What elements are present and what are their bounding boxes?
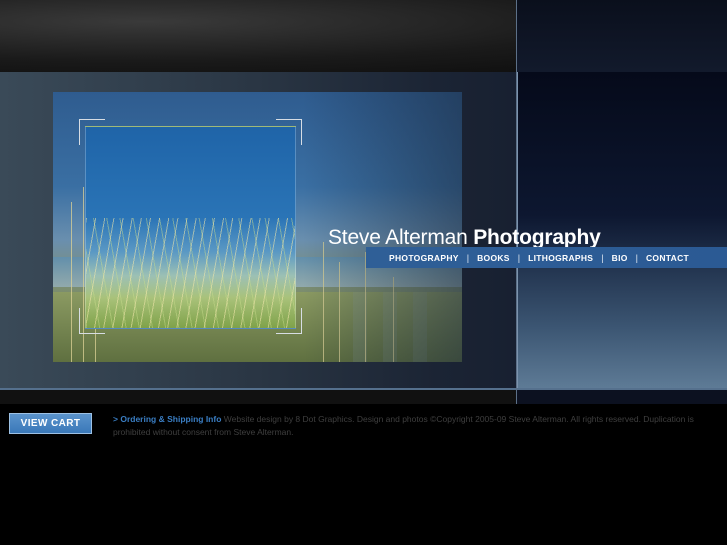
site-title-name: Steve Alterman <box>328 226 468 249</box>
vertical-divider <box>516 0 517 404</box>
nav-photography[interactable]: PHOTOGRAPHY <box>389 253 459 263</box>
footer-arrow: > <box>113 414 118 424</box>
nav-separator: | <box>601 252 604 263</box>
grass-blade <box>71 202 72 362</box>
main-nav: PHOTOGRAPHY | BOOKS | LITHOGRAPHS | BIO … <box>366 247 727 268</box>
inset-grass <box>86 218 295 328</box>
nav-separator: | <box>517 252 521 263</box>
nav-lithographs[interactable]: LITHOGRAPHS <box>528 253 593 263</box>
frame-corner-top-right <box>276 119 302 145</box>
nav-separator: | <box>466 252 470 263</box>
nav-contact[interactable]: CONTACT <box>646 253 689 263</box>
nav-separator: | <box>635 252 638 263</box>
top-band-right <box>517 0 727 72</box>
hero-bottom-divider <box>0 388 727 390</box>
nav-bio[interactable]: BIO <box>612 253 628 263</box>
ordering-shipping-link[interactable]: Ordering & Shipping Info <box>120 414 221 424</box>
photo-inset <box>85 126 296 329</box>
hero-underline-band <box>0 390 727 404</box>
grass-blade <box>83 187 84 362</box>
frame-corner-bottom-left <box>79 308 105 334</box>
frame-corner-bottom-right <box>276 308 302 334</box>
view-cart-button[interactable]: VIEW CART <box>9 413 92 434</box>
nav-books[interactable]: BOOKS <box>477 253 510 263</box>
footer-text: > Ordering & Shipping Info Website desig… <box>113 413 713 439</box>
site-title-photography: Photography <box>473 226 601 249</box>
frame-corner-top-left <box>79 119 105 145</box>
